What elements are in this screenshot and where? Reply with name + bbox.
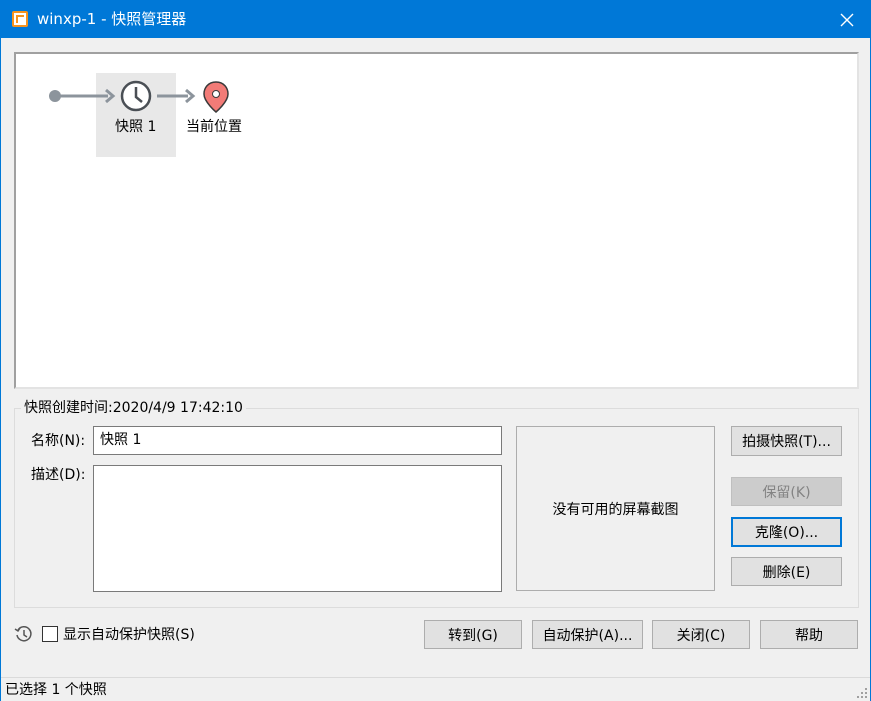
snapshot-created-time: 快照创建时间:2020/4/9 17:42:10 [21,400,246,416]
status-text: 已选择 1 个快照 [5,682,107,698]
resize-grip-icon[interactable] [856,687,868,699]
show-autoprotect-checkbox[interactable] [42,626,58,642]
goto-button[interactable]: 转到(G) [424,620,522,649]
clock-icon [120,80,152,112]
help-button[interactable]: 帮助 [760,620,858,649]
take-snapshot-button[interactable]: 拍摄快照(T)... [731,426,842,456]
autoprotect-button[interactable]: 自动保护(A)... [532,620,643,649]
clone-button[interactable]: 克隆(O)... [731,517,842,547]
snapshot-name-input[interactable]: 快照 1 [93,426,502,455]
vmware-app-icon [12,11,28,27]
current-position-label[interactable]: 当前位置 [186,119,242,135]
keep-button[interactable]: 保留(K) [731,477,842,506]
delete-button[interactable]: 删除(E) [731,557,842,586]
snapshot-tree-panel[interactable]: 快照 1 当前位置 [14,52,859,389]
description-label: 描述(D): [31,467,86,483]
snapshot-manager-window: winxp-1 - 快照管理器 快照 1 当前位置 快照创建时间:2020/4/… [0,0,871,701]
window-title: winxp-1 - 快照管理器 [37,10,187,28]
status-bar: 已选择 1 个快照 [1,677,870,701]
snapshot-description-input[interactable] [93,465,502,592]
close-window-button[interactable] [824,1,870,38]
location-pin-icon [203,81,229,113]
screenshot-preview-text: 没有可用的屏幕截图 [552,501,679,518]
screenshot-preview: 没有可用的屏幕截图 [516,426,715,591]
snapshot-tree-graph [49,80,229,113]
show-autoprotect-label[interactable]: 显示自动保护快照(S) [63,627,195,643]
name-label: 名称(N): [31,433,86,449]
close-button[interactable]: 关闭(C) [652,620,750,649]
title-bar[interactable]: winxp-1 - 快照管理器 [1,1,870,38]
snapshot-node-label[interactable]: 快照 1 [115,119,156,135]
history-icon [14,626,32,642]
close-icon [840,13,854,26]
